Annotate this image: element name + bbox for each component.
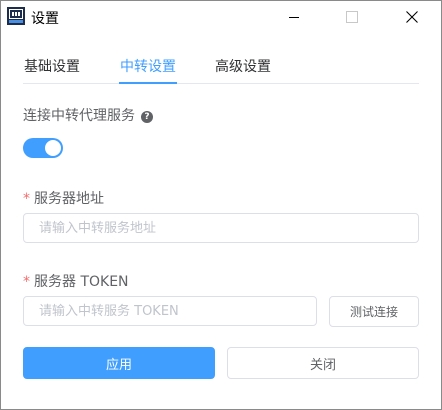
server-address-input[interactable] bbox=[23, 213, 419, 243]
tabs-divider bbox=[23, 83, 419, 84]
window-title: 设置 bbox=[31, 11, 59, 27]
relay-toggle-label: 连接中转代理服务 bbox=[23, 108, 135, 124]
switch-knob bbox=[45, 140, 61, 156]
close-dialog-button[interactable]: 关闭 bbox=[227, 347, 419, 379]
close-button[interactable] bbox=[389, 1, 435, 33]
relay-toggle-label-row: 连接中转代理服务? bbox=[23, 105, 153, 125]
help-icon[interactable]: ? bbox=[141, 111, 153, 123]
required-mark: * bbox=[23, 274, 30, 290]
apply-button[interactable]: 应用 bbox=[23, 347, 215, 379]
tab-advanced-settings[interactable]: 高级设置 bbox=[215, 56, 271, 76]
server-token-label: 服务器 TOKEN bbox=[34, 274, 129, 290]
tab-relay-settings[interactable]: 中转设置 bbox=[120, 56, 176, 76]
server-token-label-row: * 服务器 TOKEN bbox=[23, 271, 129, 291]
server-address-label-row: * 服务器地址 bbox=[23, 188, 104, 208]
minimize-button[interactable] bbox=[271, 1, 317, 33]
server-address-label: 服务器地址 bbox=[34, 191, 104, 207]
maximize-button[interactable] bbox=[329, 1, 375, 33]
tab-basic-settings[interactable]: 基础设置 bbox=[24, 56, 80, 76]
title-bar[interactable]: 设置 bbox=[1, 1, 441, 33]
required-mark: * bbox=[23, 191, 30, 207]
test-connection-button[interactable]: 测试连接 bbox=[329, 296, 419, 327]
tab-bar: 基础设置 中转设置 高级设置 bbox=[23, 47, 419, 84]
close-icon bbox=[406, 11, 418, 23]
server-token-input[interactable] bbox=[23, 296, 317, 326]
active-tab-indicator bbox=[119, 82, 177, 84]
app-icon bbox=[7, 7, 25, 25]
settings-window: 设置 基础设置 中转设置 高级设置 连接中转代理服务? *服务器地址 *服务器 … bbox=[0, 0, 442, 410]
maximize-icon bbox=[346, 11, 358, 23]
relay-toggle-switch[interactable] bbox=[23, 138, 63, 158]
minimize-icon bbox=[289, 16, 299, 18]
